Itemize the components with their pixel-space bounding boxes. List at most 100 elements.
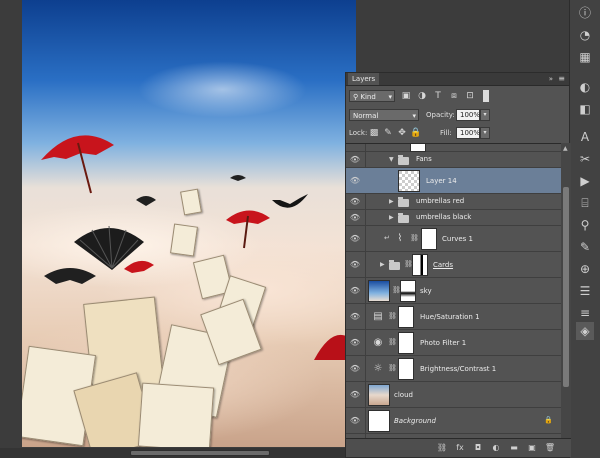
lock-transparent-icon[interactable]: ▩ [368, 127, 380, 139]
layer-name: umbrellas red [416, 197, 465, 205]
chevron-right-icon[interactable]: ▶ [389, 214, 394, 221]
new-group-icon[interactable]: ▬ [508, 442, 520, 454]
layer-row-curves-1[interactable]: 👁 ↵ ⌇ ⛓ Curves 1 [346, 226, 561, 252]
layer-mask-thumbnail[interactable] [398, 306, 414, 328]
layer-row-cloud[interactable]: 👁 cloud [346, 382, 561, 408]
layer-row-umbrellas-black[interactable]: 👁 ▶ umbrellas black [346, 210, 561, 226]
eye-icon[interactable]: 👁 [349, 286, 361, 296]
info-icon[interactable]: ⓘ [576, 4, 594, 22]
layer-row-fans[interactable]: 👁 ▼ Fans [346, 152, 561, 168]
canvas-horizontal-scrollbar[interactable] [0, 448, 345, 458]
tools-icon[interactable]: ✂ [576, 150, 594, 168]
layer-name: Cards [433, 261, 454, 269]
layer-mask-thumbnail[interactable] [412, 254, 428, 276]
layer-row-brightness-contrast-1[interactable]: 👁 ☼ ⛓ Brightness/Contrast 1 [346, 356, 561, 382]
history-icon[interactable]: ⌸ [576, 194, 594, 212]
brush-icon[interactable]: ✎ [576, 238, 594, 256]
panel-menu-icon[interactable]: ≡ [558, 73, 565, 85]
add-mask-icon[interactable]: ◘ [472, 442, 484, 454]
layer-row-sky[interactable]: 👁 ⛓ sky [346, 278, 561, 304]
navigator-icon[interactable]: ◐ [576, 78, 594, 96]
opacity-slider-toggle[interactable]: ▾ [480, 109, 490, 121]
opacity-label: Opacity: [426, 111, 455, 119]
scrollbar-thumb[interactable] [130, 450, 270, 456]
eye-icon[interactable]: 👁 [349, 260, 361, 270]
chevron-right-icon[interactable]: ▶ [389, 198, 394, 205]
lock-position-icon[interactable]: ✥ [396, 127, 408, 139]
layer-row-photo-filter-1[interactable]: 👁 ◉ ⛓ Photo Filter 1 [346, 330, 561, 356]
channels-icon[interactable]: ≡ [576, 304, 594, 322]
opacity-field[interactable]: 100% [456, 109, 480, 121]
layer-row-background[interactable]: 👁 Background 🔒 [346, 408, 561, 434]
layer-row-layer-14[interactable]: 👁 Layer 14 [346, 168, 561, 194]
layer-name: sky [420, 287, 432, 295]
layer-row-hue-saturation-1[interactable]: 👁 ▤ ⛓ Hue/Saturation 1 [346, 304, 561, 330]
eye-icon[interactable]: 👁 [349, 234, 361, 244]
eye-icon[interactable]: 👁 [349, 416, 361, 426]
collapse-panel-icon[interactable]: » [549, 73, 553, 85]
shape-filter-icon[interactable]: ⧈ [448, 90, 460, 102]
tab-layers[interactable]: Layers [348, 73, 380, 85]
link-icon: ⛓ [388, 338, 397, 346]
link-icon: ⛓ [388, 312, 397, 320]
blend-mode-select[interactable]: Normal ▾ [349, 109, 419, 121]
lock-all-icon[interactable]: 🔒 [410, 127, 422, 139]
eye-icon[interactable]: 👁 [349, 155, 361, 165]
lock-label: Lock: [349, 129, 368, 137]
layers-list: 👁 ▼ Fans 👁 Layer 14 👁 ▶ umbrellas red 👁 … [346, 143, 571, 440]
new-layer-icon[interactable]: ▣ [526, 442, 538, 454]
layer-name: Brightness/Contrast 1 [420, 365, 497, 373]
eye-icon[interactable]: 👁 [349, 338, 361, 348]
eye-icon[interactable]: 👁 [349, 390, 361, 400]
layer-row-umbrellas-red[interactable]: 👁 ▶ umbrellas red [346, 194, 561, 210]
properties-icon[interactable]: ☰ [576, 282, 594, 300]
new-adjustment-layer-icon[interactable]: ◐ [490, 442, 502, 454]
layer-mask-thumbnail[interactable] [421, 228, 437, 250]
layer-thumbnail [368, 410, 390, 432]
layers-stack-icon[interactable]: ◈ [576, 322, 594, 340]
layers-footer: ⛓ fx ◘ ◐ ▬ ▣ 🗑 [346, 438, 571, 457]
blend-row: Normal ▾ Opacity: 100% ▾ [346, 106, 571, 124]
scroll-up-icon[interactable]: ▲ [563, 145, 568, 152]
document-image[interactable] [22, 0, 356, 447]
clipping-arrow-icon: ↵ [384, 234, 390, 242]
chevron-right-icon[interactable]: ▶ [380, 261, 385, 268]
fill-field[interactable]: 100% [456, 127, 480, 139]
layer-row-cards[interactable]: 👁 ▶ ⛓ Cards [346, 252, 561, 278]
pixel-filter-icon[interactable]: ▣ [400, 90, 412, 102]
layer-name: Photo Filter 1 [420, 339, 467, 347]
lock-row: Lock: ▩ ✎ ✥ 🔒 Fill: 100% ▾ [346, 124, 571, 142]
type-filter-icon[interactable]: T [432, 90, 444, 102]
filter-kind-select[interactable]: ⚲ Kind ▾ [349, 90, 395, 102]
layer-style-icon[interactable]: fx [454, 442, 466, 454]
actions-icon[interactable]: ▶ [576, 172, 594, 190]
layer-name: Background [394, 417, 436, 425]
adjustments-icon[interactable]: ◧ [576, 100, 594, 118]
layer-mask-thumbnail[interactable] [398, 332, 414, 354]
link-layers-icon[interactable]: ⛓ [436, 442, 448, 454]
eye-icon[interactable]: 👁 [349, 364, 361, 374]
paths-icon[interactable]: ⚲ [576, 216, 594, 234]
layer-row-partial[interactable] [346, 144, 561, 152]
eye-icon[interactable]: 👁 [349, 176, 361, 186]
black-umbrella-image [230, 175, 246, 181]
layer-mask-thumbnail[interactable] [398, 358, 414, 380]
eye-icon[interactable]: 👁 [349, 312, 361, 322]
eye-icon[interactable]: 👁 [349, 213, 361, 223]
fill-slider-toggle[interactable]: ▾ [480, 127, 490, 139]
swatches-icon[interactable]: ▦ [576, 48, 594, 66]
layer-mask-thumbnail[interactable] [400, 280, 416, 302]
scrollbar-thumb[interactable] [563, 187, 569, 387]
playing-card-image [137, 382, 215, 447]
character-icon[interactable]: A [576, 128, 594, 146]
lock-image-icon[interactable]: ✎ [382, 127, 394, 139]
clone-source-icon[interactable]: ⊕ [576, 260, 594, 278]
color-icon[interactable]: ◔ [576, 26, 594, 44]
eye-icon[interactable]: 👁 [349, 197, 361, 207]
adjustment-filter-icon[interactable]: ◑ [416, 90, 428, 102]
layers-vertical-scrollbar[interactable]: ▲ [561, 143, 571, 439]
delete-layer-icon[interactable]: 🗑 [544, 442, 556, 454]
filter-toggle-icon[interactable] [483, 90, 489, 102]
smart-object-filter-icon[interactable]: ⊡ [464, 90, 476, 102]
chevron-down-icon[interactable]: ▼ [389, 156, 394, 163]
